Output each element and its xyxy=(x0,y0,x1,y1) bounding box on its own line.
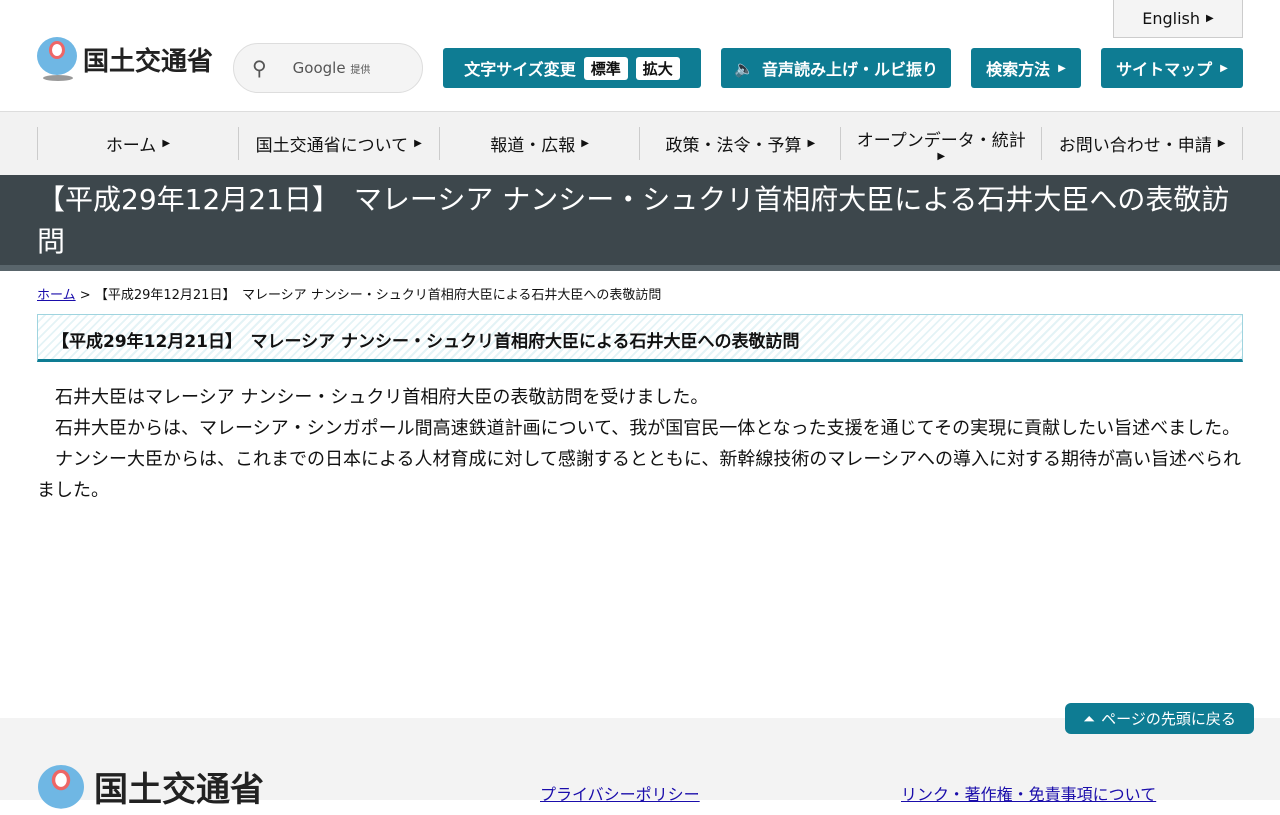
sitemap-label: サイトマップ xyxy=(1116,56,1212,80)
article-body: 石井大臣はマレーシア ナンシー・シュクリ首相府大臣の表敬訪問を受けました。 石井… xyxy=(37,382,1243,506)
nav-policy[interactable]: 政策・法令・予算 ▶ xyxy=(639,127,840,160)
breadcrumb-separator: > xyxy=(80,288,91,303)
english-link[interactable]: English ▶ xyxy=(1113,0,1243,38)
page-title: 【平成29年12月21日】 マレーシア ナンシー・シュクリ首相府大臣による石井大… xyxy=(0,175,1280,265)
triangle-right-icon: ▶ xyxy=(162,138,170,149)
paragraph: 石井大臣はマレーシア ナンシー・シュクリ首相府大臣の表敬訪問を受けました。 xyxy=(37,382,1243,413)
article-heading: 【平成29年12月21日】 マレーシア ナンシー・シュクリ首相府大臣による石井大… xyxy=(37,314,1243,362)
logo[interactable]: 国土交通省 xyxy=(37,37,213,81)
google-label: Google xyxy=(293,59,346,77)
privacy-link[interactable]: プライバシーポリシー xyxy=(540,781,700,805)
font-standard-button[interactable]: 標準 xyxy=(584,57,628,80)
breadcrumb: ホーム > 【平成29年12月21日】 マレーシア ナンシー・シュクリ首相府大臣… xyxy=(37,284,661,303)
nav-press[interactable]: 報道・広報 ▶ xyxy=(439,127,640,160)
font-size-control: 文字サイズ変更標準拡大 xyxy=(443,48,701,88)
font-size-label: 文字サイズ変更 xyxy=(464,56,576,80)
triangle-right-icon: ▶ xyxy=(1218,138,1226,149)
nav-about[interactable]: 国土交通省について ▶ xyxy=(238,127,439,160)
divider xyxy=(0,265,1280,271)
triangle-right-icon: ▶ xyxy=(1220,63,1228,74)
english-label: English xyxy=(1142,9,1200,28)
mlit-logo-icon xyxy=(37,37,77,81)
breadcrumb-home[interactable]: ホーム xyxy=(37,288,76,303)
speech-label: 音声読み上げ・ルビ振り xyxy=(762,56,938,80)
breadcrumb-current: 【平成29年12月21日】 マレーシア ナンシー・シュクリ首相府大臣による石井大… xyxy=(95,288,662,303)
search-input[interactable]: ⚲ Google 提供 xyxy=(233,43,423,93)
arrow-up-circle-icon: ⏶ xyxy=(1083,710,1095,728)
search-method-button[interactable]: 検索方法 ▶ xyxy=(971,48,1081,88)
triangle-right-icon: ▶ xyxy=(937,151,945,162)
paragraph: 石井大臣からは、マレーシア・シンガポール間高速鉄道計画について、我が国官民一体と… xyxy=(37,413,1243,444)
triangle-right-icon: ▶ xyxy=(414,138,422,149)
back-to-top-label: ページの先頭に戻る xyxy=(1101,708,1236,729)
links-copyright-link[interactable]: リンク・著作権・免責事項について xyxy=(901,781,1156,805)
nav-home[interactable]: ホーム ▶ xyxy=(37,127,238,160)
paragraph: ナンシー大臣からは、これまでの日本による人材育成に対して感謝するとともに、新幹線… xyxy=(37,444,1243,506)
triangle-right-icon: ▶ xyxy=(581,138,589,149)
nav-label: 報道・広報 xyxy=(490,131,575,156)
sitemap-button[interactable]: サイトマップ ▶ xyxy=(1101,48,1243,88)
triangle-right-icon: ▶ xyxy=(1206,13,1214,24)
back-to-top-button[interactable]: ⏶ ページの先頭に戻る xyxy=(1065,703,1254,734)
nav-label: 国土交通省について xyxy=(256,131,409,156)
nav-label: お問い合わせ・申請 xyxy=(1059,131,1212,156)
nav-label: ホーム xyxy=(106,131,157,156)
nav-contact[interactable]: お問い合わせ・申請 ▶ xyxy=(1041,127,1243,160)
nav-label: 政策・法令・予算 xyxy=(666,131,802,156)
logo-text: 国土交通省 xyxy=(83,41,213,78)
search-icon: ⚲ xyxy=(252,56,267,80)
footer-logo[interactable]: 国土交通省 xyxy=(38,762,264,811)
search-method-label: 検索方法 xyxy=(986,56,1050,80)
main-nav: ホーム ▶ 国土交通省について ▶ 報道・広報 ▶ 政策・法令・予算 ▶ オープンデータ… xyxy=(0,111,1280,175)
footer-logo-text: 国土交通省 xyxy=(94,762,264,811)
speech-button[interactable]: 🔈 音声読み上げ・ルビ振り xyxy=(721,48,951,88)
triangle-right-icon: ▶ xyxy=(808,138,816,149)
nav-opendata[interactable]: オープンデータ・統計▶ xyxy=(840,127,1041,160)
triangle-right-icon: ▶ xyxy=(1058,63,1066,74)
provided-label: 提供 xyxy=(350,65,370,76)
nav-label: オープンデータ・統計 xyxy=(857,126,1026,151)
speaker-icon: 🔈 xyxy=(734,59,754,78)
mlit-logo-icon xyxy=(38,765,84,815)
font-large-button[interactable]: 拡大 xyxy=(636,57,680,80)
